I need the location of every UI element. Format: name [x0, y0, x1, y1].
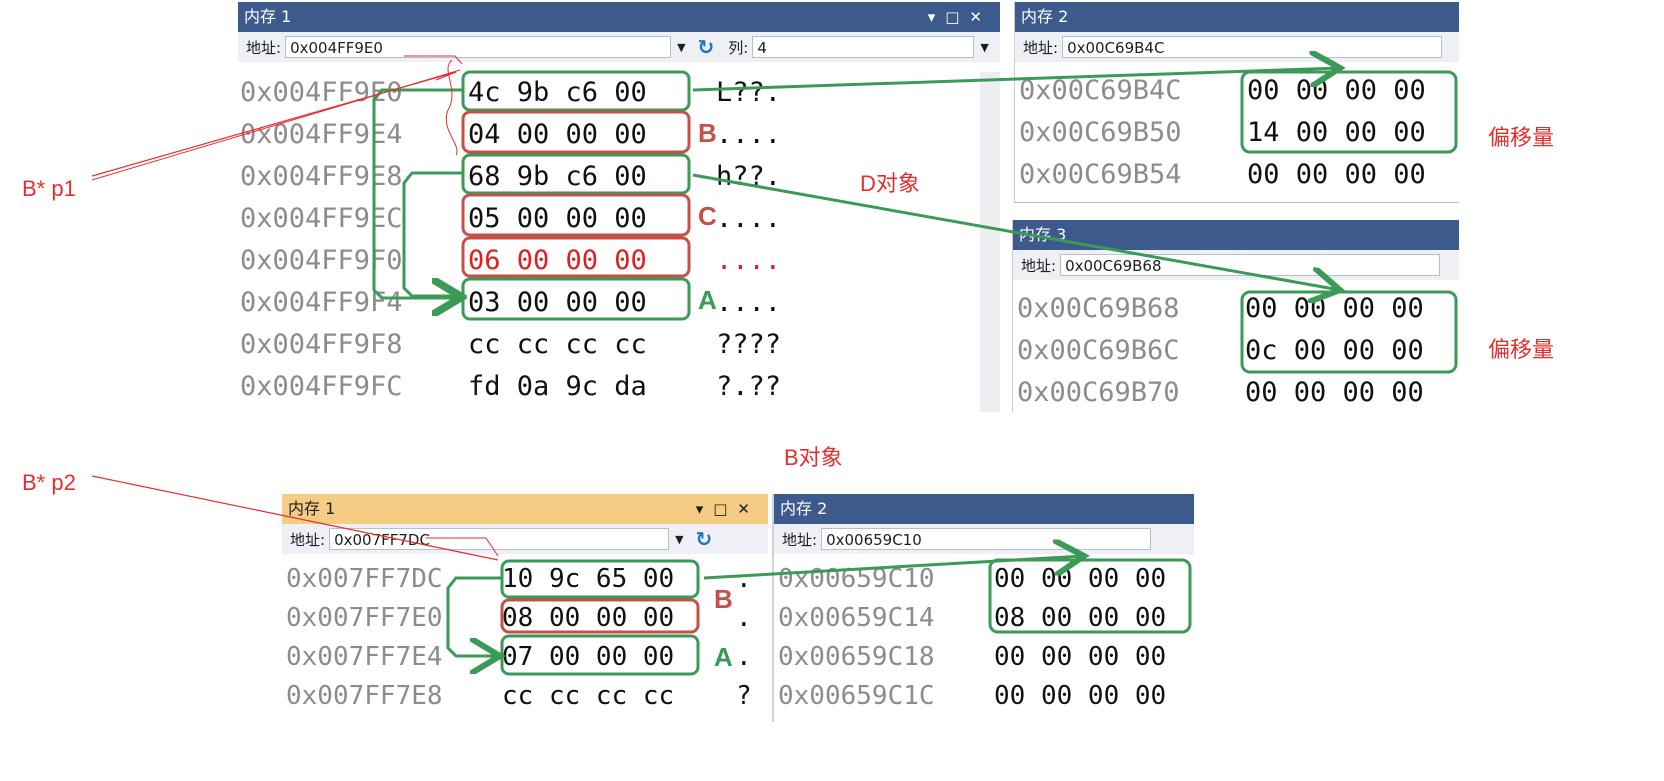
member-box-a: [461, 277, 691, 321]
offset-arrow-b-to-a: [372, 88, 463, 298]
vbtable-box-bottom: [988, 558, 1192, 634]
member-box-d: [461, 236, 691, 278]
p1-address-hook: [404, 55, 463, 65]
member-box-b: [461, 110, 691, 154]
p1-pointer-line-2: [91, 69, 461, 181]
offset-arrow-b-to-a-bottom: [446, 576, 502, 656]
vbtable-box-1: [1240, 70, 1458, 154]
vptr-box-b-bottom: [500, 559, 700, 599]
vptr-arrow-bottom: [703, 556, 1084, 580]
p2-pointer-line: [91, 475, 499, 561]
member-box-a-bottom: [500, 634, 700, 676]
member-box-c: [461, 193, 691, 237]
vptr-arrow-c: [692, 173, 1340, 290]
offset-arrow-c-to-a: [402, 171, 463, 296]
annotation-overlay: [91, 0, 1458, 676]
vptr-box-b: [461, 70, 691, 112]
vptr-box-c: [461, 153, 691, 195]
member-box-b-bottom: [500, 598, 700, 634]
vbtable-box-2: [1240, 290, 1458, 374]
